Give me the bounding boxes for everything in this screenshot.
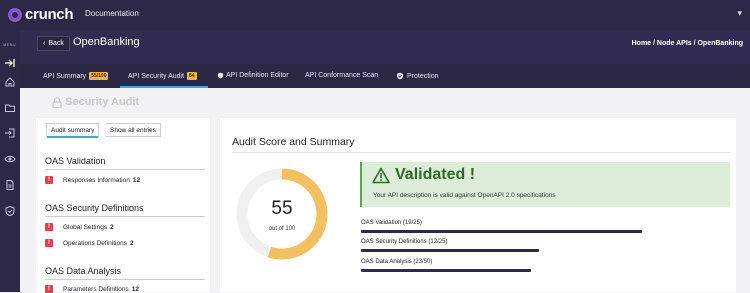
panel-title: Audit Score and Summary bbox=[232, 136, 355, 148]
issue-count: 12 bbox=[132, 176, 141, 184]
validated-title: Validated ! bbox=[395, 166, 476, 183]
issue-label: Operations Definitions bbox=[63, 239, 127, 247]
shield-icon[interactable] bbox=[4, 205, 16, 217]
tab-label: API Definition Editor bbox=[226, 72, 289, 79]
collapse-icon[interactable] bbox=[4, 57, 16, 69]
back-button-label: Back bbox=[48, 40, 64, 47]
tab-protection[interactable]: Protection bbox=[396, 72, 439, 80]
logo-text: crunch bbox=[25, 6, 74, 23]
tab-api-security-audit[interactable]: API Security Audit 84 bbox=[128, 72, 197, 80]
metric-bar bbox=[361, 230, 643, 233]
metric-label: OAS Data Analysis (23/50) bbox=[361, 259, 433, 265]
tab-label: API Summary bbox=[43, 72, 87, 80]
divider bbox=[45, 169, 205, 170]
issue-count: 2 bbox=[110, 223, 114, 231]
lock-icon bbox=[52, 96, 62, 108]
score-label: out of 100 bbox=[268, 226, 296, 232]
sidebar-label: MENU bbox=[3, 42, 16, 47]
audit-title: Security Audit bbox=[52, 96, 139, 108]
tab-api-summary[interactable]: API Summary 55/100 bbox=[43, 72, 109, 80]
metric-bar bbox=[361, 269, 532, 272]
issue-item[interactable]: ! Operations Definitions 2 bbox=[45, 239, 134, 247]
section-title: OAS Validation bbox=[45, 156, 106, 166]
issue-label: Parameters Definitions bbox=[63, 285, 129, 293]
divider bbox=[45, 279, 205, 280]
error-icon: ! bbox=[45, 223, 53, 231]
tab-audit-summary[interactable]: Audit summary bbox=[46, 123, 100, 138]
page-header: ‹ Back OpenBanking Home / Node APIs / Op… bbox=[20, 30, 750, 64]
tab-bar: API Summary 55/100 API Security Audit 84… bbox=[20, 64, 750, 88]
document-icon[interactable] bbox=[4, 179, 16, 191]
folder-icon[interactable] bbox=[4, 102, 16, 114]
tab-label: API Conformance Scan bbox=[305, 72, 379, 79]
documentation-link[interactable]: Documentation bbox=[85, 9, 139, 18]
back-button[interactable]: ‹ Back bbox=[37, 36, 70, 51]
metric-bar bbox=[361, 249, 539, 252]
audit-title-text: Security Audit bbox=[65, 96, 140, 108]
validated-message: Your API description is valid against Op… bbox=[373, 192, 556, 199]
chevron-down-icon[interactable]: ▾ bbox=[737, 8, 742, 19]
divider bbox=[45, 216, 205, 217]
score-badge: 84 bbox=[187, 72, 197, 80]
breadcrumb: Home / Node APIs / OpenBanking bbox=[631, 40, 743, 47]
sidebar: MENU bbox=[0, 30, 20, 292]
logo-mark-icon bbox=[8, 7, 22, 22]
metric-label: OAS Validation (19/25) bbox=[361, 220, 422, 226]
score-value: 55 bbox=[271, 198, 293, 219]
score-badge: 55/100 bbox=[89, 72, 109, 80]
tab-api-definition-editor[interactable]: API Definition Editor bbox=[217, 72, 289, 79]
warning-icon bbox=[372, 167, 390, 184]
divider bbox=[232, 152, 730, 153]
tab-show-all-entries[interactable]: Show all entries bbox=[106, 123, 161, 137]
tab-label: API Security Audit bbox=[128, 72, 185, 80]
tab-label: Protection bbox=[407, 72, 439, 80]
home-icon[interactable] bbox=[4, 76, 16, 88]
validation-banner: Validated ! Your API description is vali… bbox=[360, 162, 730, 207]
issue-count: 12 bbox=[131, 285, 139, 293]
logo[interactable]: crunch bbox=[8, 6, 74, 23]
chevron-left-icon: ‹ bbox=[43, 40, 46, 47]
issue-label: Responses Information bbox=[63, 176, 130, 184]
audit-summary-panel: Audit summary Show all entries OAS Valid… bbox=[36, 118, 210, 293]
issue-item[interactable]: ! Responses Information 12 bbox=[45, 176, 140, 184]
section-title: OAS Security Definitions bbox=[45, 203, 144, 213]
issue-item[interactable]: ! Global Settings 2 bbox=[45, 223, 114, 231]
shield-icon bbox=[217, 72, 224, 79]
score-summary-panel: Audit Score and Summary 55 out of 100 Va… bbox=[220, 118, 736, 292]
shield-check-icon bbox=[397, 72, 403, 80]
import-icon[interactable] bbox=[4, 127, 16, 139]
metric-label: OAS Security Definitions (12/25) bbox=[361, 239, 448, 245]
section-title: OAS Data Analysis bbox=[45, 266, 122, 276]
error-icon: ! bbox=[45, 176, 53, 184]
page-title: OpenBanking bbox=[73, 36, 140, 48]
issue-count: 2 bbox=[129, 239, 134, 247]
issue-label: Global Settings bbox=[63, 223, 108, 231]
tab-api-conformance-scan[interactable]: API Conformance Scan bbox=[305, 72, 378, 79]
main-content: Security Audit Audit summary Show all en… bbox=[20, 88, 750, 293]
top-navbar: crunch Documentation ▾ bbox=[0, 0, 750, 30]
eye-icon[interactable] bbox=[4, 153, 16, 165]
error-icon: ! bbox=[45, 239, 53, 247]
